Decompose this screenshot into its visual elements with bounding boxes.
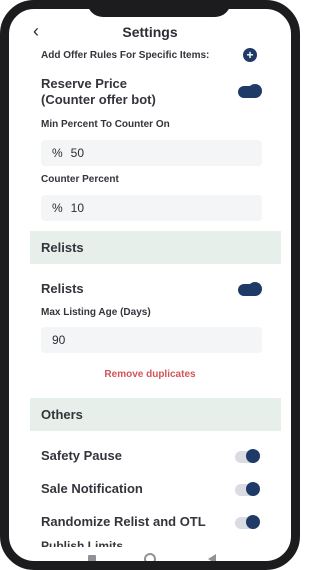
max-listing-age-value: 90 (52, 333, 66, 347)
randomize-relist-toggle[interactable] (235, 515, 260, 529)
relists-label: Relists (41, 281, 84, 296)
header: ‹ Settings (9, 19, 291, 47)
toggle-knob (246, 482, 260, 496)
others-section-header: Others (30, 398, 281, 431)
relists-section-header: Relists (30, 231, 281, 264)
recent-apps-icon[interactable] (88, 555, 96, 561)
counter-percent-label: Counter Percent (41, 174, 119, 185)
notch (87, 9, 231, 17)
toggle-knob (248, 84, 262, 98)
others-section-title: Others (41, 407, 83, 422)
remove-duplicates-button[interactable]: Remove duplicates (9, 369, 291, 380)
sale-notification-toggle[interactable] (235, 482, 260, 496)
publish-limits-label: Publish Limits (41, 539, 124, 547)
sale-notification-label: Sale Notification (41, 481, 143, 496)
safety-pause-label: Safety Pause (41, 448, 122, 463)
counter-percent-field[interactable]: % 10 (41, 195, 262, 221)
reserve-price-label: Reserve Price (41, 76, 128, 91)
relists-section-title: Relists (41, 240, 84, 255)
max-listing-age-label: Max Listing Age (Days) (41, 307, 151, 318)
offer-rules-label: Add Offer Rules For Specific Items: (41, 50, 210, 61)
min-percent-value: 50 (70, 146, 85, 160)
home-icon[interactable] (144, 553, 156, 561)
safety-pause-toggle[interactable] (235, 449, 260, 463)
toggle-knob (248, 282, 262, 296)
phone-frame: ‹ Settings Add Offer Rules For Specific … (0, 0, 300, 570)
power-button (296, 118, 300, 170)
min-percent-field[interactable]: % 50 (41, 140, 262, 166)
system-navbar (9, 551, 291, 561)
relists-toggle[interactable] (238, 282, 262, 296)
counter-percent-value: 10 (70, 201, 85, 215)
randomize-relist-label: Randomize Relist and OTL (41, 514, 206, 529)
percent-prefix: % (52, 201, 63, 215)
page-title: Settings (122, 24, 178, 40)
add-offer-rule-button[interactable]: + (243, 48, 257, 62)
toggle-knob (246, 449, 260, 463)
toggle-knob (246, 515, 260, 529)
back-icon[interactable] (208, 554, 216, 561)
reserve-price-toggle[interactable] (238, 84, 262, 98)
reserve-price-sublabel: (Counter offer bot) (41, 92, 156, 107)
percent-prefix: % (52, 146, 63, 160)
max-listing-age-field[interactable]: 90 (41, 327, 262, 353)
settings-screen: ‹ Settings Add Offer Rules For Specific … (9, 9, 291, 561)
min-percent-label: Min Percent To Counter On (41, 119, 170, 130)
